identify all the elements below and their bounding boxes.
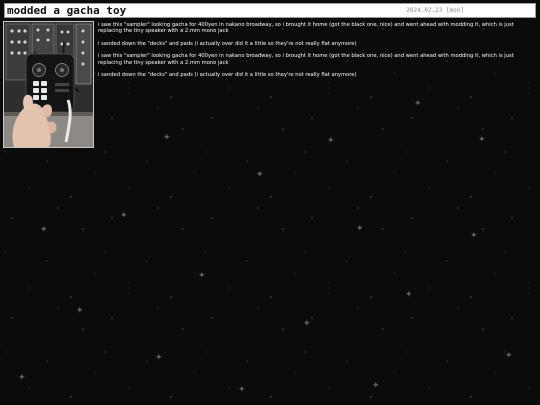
sparkle-icon: ✦ [76, 306, 84, 316]
post-paragraph: i saw this "sampler" looking gacha for 4… [98, 22, 514, 35]
sparkle-icon: ✦ [40, 225, 48, 235]
post-date: 2024.02.23 [mon] [406, 7, 464, 14]
sparkle-icon: ✦ [155, 353, 163, 363]
sparkle-icon: ✦ [327, 136, 335, 146]
sparkle-icon: ✦ [256, 170, 264, 180]
post-header: modded a gacha toy 2024.02.23 [mon] [4, 3, 536, 18]
sparkle-icon: ✦ [18, 373, 26, 383]
post-body: i saw this "sampler" looking gacha for 4… [98, 22, 530, 84]
sparkle-icon: ✦ [478, 135, 486, 145]
sparkle-icon: ✦ [505, 351, 513, 361]
post-paragraph: i sanded down the "decks" and pads (i ac… [98, 40, 357, 47]
sparkle-icon: ✦ [163, 133, 171, 143]
sparkle-icon: ✦ [414, 99, 422, 109]
sparkle-icon: ✦ [120, 211, 128, 221]
post-title: modded a gacha toy [7, 4, 127, 17]
sparkle-icon: ✦ [303, 319, 311, 329]
post-paragraph: i sanded down the "decks" and pads (i ac… [98, 72, 357, 79]
post-photo [3, 21, 94, 148]
sparkle-icon: ✦ [372, 381, 380, 391]
sparkle-icon: ✦ [198, 271, 206, 281]
sparkle-icon: ✦ [238, 385, 246, 395]
post-paragraph: i saw this "sampler" looking gacha for 4… [98, 53, 514, 66]
sparkle-icon: ✦ [405, 290, 413, 300]
sparkle-icon: ✦ [470, 231, 478, 241]
sparkle-icon: ✦ [356, 224, 364, 234]
